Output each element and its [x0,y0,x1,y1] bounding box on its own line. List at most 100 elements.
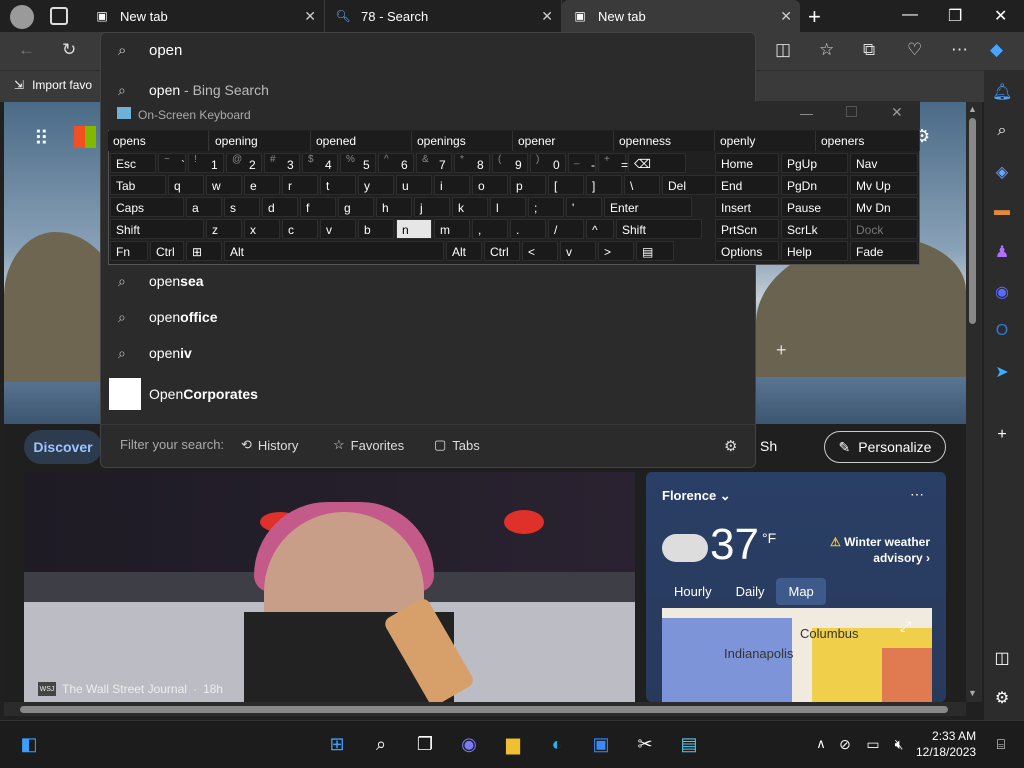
key[interactable]: Shift [110,219,204,239]
key[interactable]: ! 1 [188,153,224,173]
copilot-icon[interactable]: ◆ [990,40,1003,60]
key[interactable]: ScrLk [781,219,848,239]
tab-map[interactable]: Map [776,578,826,605]
key[interactable]: ⌫ [628,153,686,173]
notifications-icon[interactable]: 🔔︎ [992,82,1012,102]
key[interactable]: Nav [850,153,918,173]
key[interactable]: ] [586,175,622,195]
key[interactable]: @2 [226,153,262,173]
key[interactable]: j [414,197,450,217]
key[interactable]: \ [624,175,660,195]
key[interactable]: [ [548,175,584,195]
key[interactable]: Options [715,241,779,261]
send-icon[interactable]: ➤ [992,362,1012,382]
key[interactable]: a [186,197,222,217]
key[interactable]: < [522,241,558,261]
back-button[interactable]: ← [18,40,35,60]
games-icon[interactable]: ♟ [992,242,1012,262]
sidebar-layout-icon[interactable]: ◫ [992,648,1012,668]
key[interactable]: ; [528,197,564,217]
tab-new-tab-1[interactable]: ▣ New tab ✕ [84,0,324,32]
key[interactable]: w [206,175,242,195]
key[interactable]: PrtScn [715,219,779,239]
key[interactable]: n [396,219,432,239]
key[interactable]: c [282,219,318,239]
key[interactable]: l [490,197,526,217]
key[interactable]: s [224,197,260,217]
key[interactable]: Mv Dn [850,197,918,217]
key[interactable]: o [472,175,508,195]
tools-icon[interactable]: ▬ [992,202,1012,222]
outlook-icon[interactable]: O [992,322,1012,342]
key[interactable]: . [510,219,546,239]
display-icon[interactable]: ▭ [860,731,886,757]
key[interactable]: Shift [616,219,702,239]
tab-daily[interactable]: Daily [724,578,777,605]
discover-tab[interactable]: Discover [24,430,102,464]
key[interactable]: x [244,219,280,239]
refresh-button[interactable]: ↻ [62,40,76,60]
microsoft365-icon[interactable]: ◉ [992,282,1012,302]
apps-grid-icon[interactable]: ⠿ [34,126,49,151]
edge-icon[interactable]: ◐ [544,731,570,757]
key[interactable]: Pause [781,197,848,217]
weather-map[interactable]: Columbus Indianapolis ⤢ [662,608,932,702]
key[interactable]: $4 [302,153,338,173]
shopping-icon[interactable]: ◈ [992,162,1012,182]
suggestion-item[interactable]: ⌕ openoffice [100,299,756,335]
scroll-up-icon[interactable]: ▲ [968,104,977,114]
prediction-item[interactable]: opening [210,131,311,151]
key[interactable]: * 8 [454,153,490,173]
key[interactable]: Caps [110,197,184,217]
key[interactable]: y [358,175,394,195]
weather-card[interactable]: Florence ⌄ ⋯ 37 °F ⚠ Winter weather advi… [646,472,946,702]
key[interactable]: k [452,197,488,217]
key[interactable]: Help [781,241,848,261]
tab-actions-icon[interactable] [50,7,68,25]
restore-button[interactable]: ❐ [948,6,962,26]
horizontal-scroll-thumb[interactable] [20,706,948,713]
address-bar-input[interactable] [149,42,729,59]
key[interactable]: Enter [604,197,692,217]
performance-icon[interactable]: ♡ [907,40,922,60]
key[interactable]: Ctrl [484,241,520,261]
key[interactable]: Alt [224,241,444,261]
file-explorer-icon[interactable]: ▆ [500,731,526,757]
key[interactable]: , [472,219,508,239]
key[interactable]: > [598,241,634,261]
prediction-item[interactable]: openings [412,131,513,151]
close-icon[interactable]: ✕ [780,8,792,25]
key[interactable]: u [396,175,432,195]
network-icon[interactable]: ⊘ [832,731,858,757]
add-sidebar-app-icon[interactable]: + [992,426,1012,446]
prediction-item[interactable]: openers [816,131,920,151]
osk-maximize-button[interactable] [846,106,857,117]
key[interactable]: ^ 6 [378,153,414,173]
weather-advisory[interactable]: ⚠ Winter weather advisory › [814,534,930,566]
key[interactable]: #3 [264,153,300,173]
key[interactable]: v [560,241,596,261]
collections-icon[interactable]: ⧉ [863,40,875,60]
favorite-star-icon[interactable]: ☆ [819,40,834,60]
key[interactable]: ) 0 [530,153,566,173]
key[interactable]: Fade [850,241,918,261]
key[interactable]: Tab [110,175,166,195]
tab-hourly[interactable]: Hourly [662,578,724,605]
prediction-item[interactable]: opens [108,131,209,151]
more-menu-icon[interactable]: ⋯ [951,40,968,60]
key[interactable]: PgDn [781,175,848,195]
store-icon[interactable]: ▣ [588,731,614,757]
prediction-item[interactable]: opener [513,131,614,151]
suggestion-item[interactable]: ⌕ opensea [100,263,756,299]
key[interactable]: End [715,175,779,195]
key[interactable]: ~ ` [158,153,186,173]
search-settings-icon[interactable]: ⚙ [724,437,737,455]
import-favorites-button[interactable]: ⇲ Import favo [14,78,92,92]
key[interactable]: Mv Up [850,175,918,195]
key[interactable]: t [320,175,356,195]
new-tab-button[interactable]: + [808,4,821,30]
task-view-icon[interactable]: ❐ [412,731,438,757]
key[interactable]: h [376,197,412,217]
key[interactable]: f [300,197,336,217]
settings-icon[interactable]: ⚙ [992,688,1012,708]
